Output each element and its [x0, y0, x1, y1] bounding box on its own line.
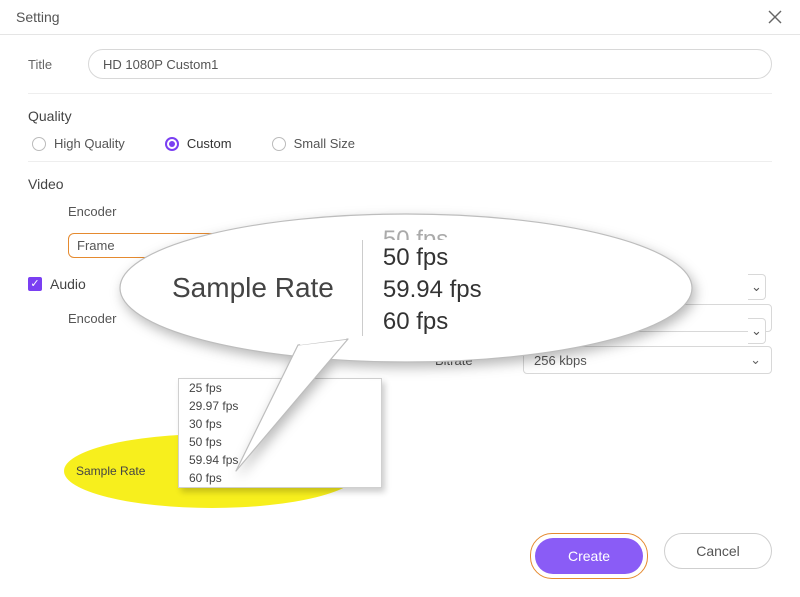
- chevron-down-icon: ⌄: [751, 323, 762, 339]
- callout-fps-cut: 50 fps: [383, 226, 482, 240]
- video-resolution-select[interactable]: ⌄: [748, 274, 766, 300]
- audio-section-title: Audio: [50, 276, 86, 292]
- callout-fps-item: 59.94 fps: [383, 276, 482, 304]
- create-button-highlight: Create: [530, 533, 648, 579]
- callout-bubble: Sample Rate 50 fps 50 fps 59.94 fps 60 f…: [118, 213, 694, 379]
- quality-radio-custom[interactable]: Custom: [165, 136, 232, 151]
- separator: [28, 161, 772, 162]
- dialog-title: Setting: [16, 9, 60, 25]
- chevron-down-icon: ⌄: [750, 352, 761, 368]
- title-label: Title: [28, 57, 88, 72]
- quality-section-title: Quality: [28, 108, 772, 124]
- radio-icon: [272, 137, 286, 151]
- button-label: Create: [568, 548, 610, 564]
- button-label: Cancel: [696, 543, 740, 559]
- callout-fps-list: 50 fps 50 fps 59.94 fps 60 fps: [362, 240, 482, 336]
- dialog-footer: Create Cancel: [530, 533, 772, 579]
- close-button[interactable]: [766, 8, 784, 26]
- create-button[interactable]: Create: [535, 538, 643, 574]
- video-bitrate-select[interactable]: ⌄: [748, 318, 766, 344]
- separator: [28, 93, 772, 94]
- radio-icon: [165, 137, 179, 151]
- titlebar: Setting: [0, 0, 800, 35]
- quality-radio-group: High Quality Custom Small Size: [28, 136, 772, 151]
- chevron-down-icon: ⌄: [751, 279, 762, 295]
- radio-icon: [32, 137, 46, 151]
- callout-label: Sample Rate: [172, 272, 334, 304]
- radio-label: High Quality: [54, 136, 125, 151]
- quality-radio-high[interactable]: High Quality: [32, 136, 125, 151]
- cancel-button[interactable]: Cancel: [664, 533, 772, 569]
- radio-label: Custom: [187, 136, 232, 151]
- quality-radio-small[interactable]: Small Size: [272, 136, 355, 151]
- callout-content: Sample Rate 50 fps 50 fps 59.94 fps 60 f…: [118, 213, 694, 363]
- title-row: Title: [28, 49, 772, 79]
- callout-fps-item: 60 fps: [383, 308, 482, 336]
- video-section-title: Video: [28, 176, 772, 192]
- close-icon: [766, 8, 784, 26]
- settings-dialog: Setting Title Quality High Quality Custo…: [0, 0, 800, 597]
- audio-checkbox[interactable]: ✓: [28, 277, 42, 291]
- radio-label: Small Size: [294, 136, 355, 151]
- callout-fps-item: 50 fps: [383, 244, 482, 272]
- title-input[interactable]: [88, 49, 772, 79]
